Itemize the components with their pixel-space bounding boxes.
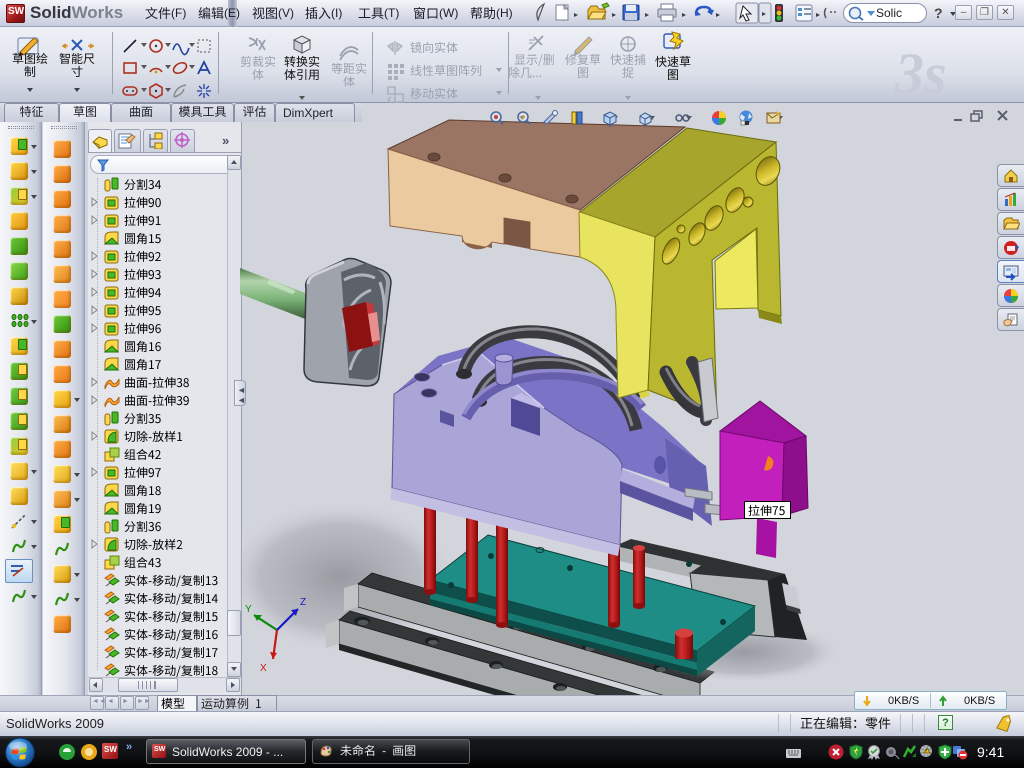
svg-text:X: X	[260, 663, 267, 674]
svg-text:!: !	[926, 749, 927, 755]
svg-text:Z: Z	[300, 597, 306, 608]
svg-text:Y: Y	[245, 604, 252, 615]
